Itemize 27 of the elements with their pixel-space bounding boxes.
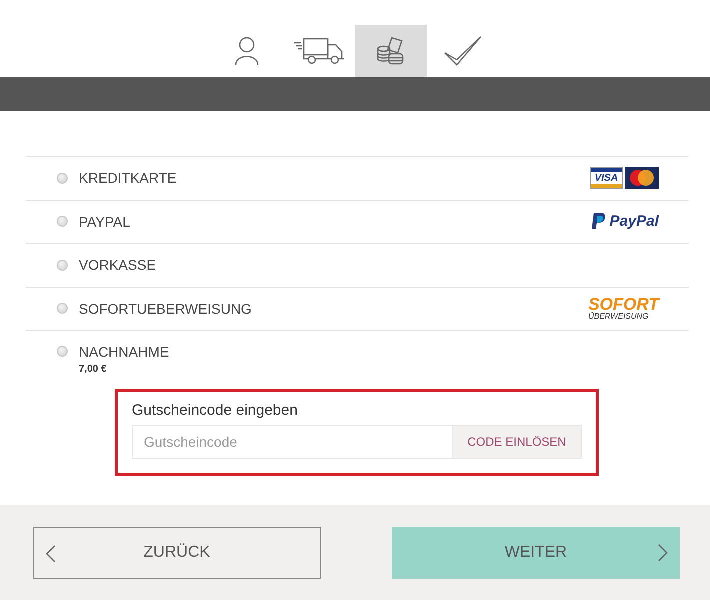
card-logo [625,167,659,190]
payment-option-label: KREDITKARTE [79,170,177,186]
radio-button[interactable] [57,346,68,357]
truck-icon [293,37,345,65]
payment-option-label: SOFORTUEBERWEISUNG [79,300,252,317]
redeem-code-button[interactable]: CODE EINLÖSEN [452,425,582,459]
chevron-right-icon [658,544,668,562]
payment-option-label: NACHNAHME [79,344,170,360]
radio-button[interactable] [57,216,68,228]
radio-button[interactable] [57,260,68,271]
voucher-code-field[interactable]: Gutscheincode [132,425,452,459]
radio-button[interactable] [57,172,68,184]
checkmark-icon [444,36,482,66]
visa-logo: VISA [590,167,623,190]
checkout-step[interactable] [355,25,427,77]
payment-option-label: PAYPAL [79,214,130,230]
back-button[interactable]: ZURÜCK [33,526,321,578]
voucher-title: Gutscheincode eingeben [132,402,299,419]
sofort-logo: SOFORT ÜBERWEISUNG [588,296,659,322]
next-button[interactable]: WEITER [392,526,680,578]
radio-button[interactable] [57,303,68,314]
chevron-left-icon [46,544,56,562]
person-icon [233,36,261,66]
payment-option-label: VORKASSE [79,257,156,274]
paypal-logo: PayPal [592,213,659,230]
coins-icon [376,36,406,66]
fee-amount: 7,00 € [79,364,108,375]
